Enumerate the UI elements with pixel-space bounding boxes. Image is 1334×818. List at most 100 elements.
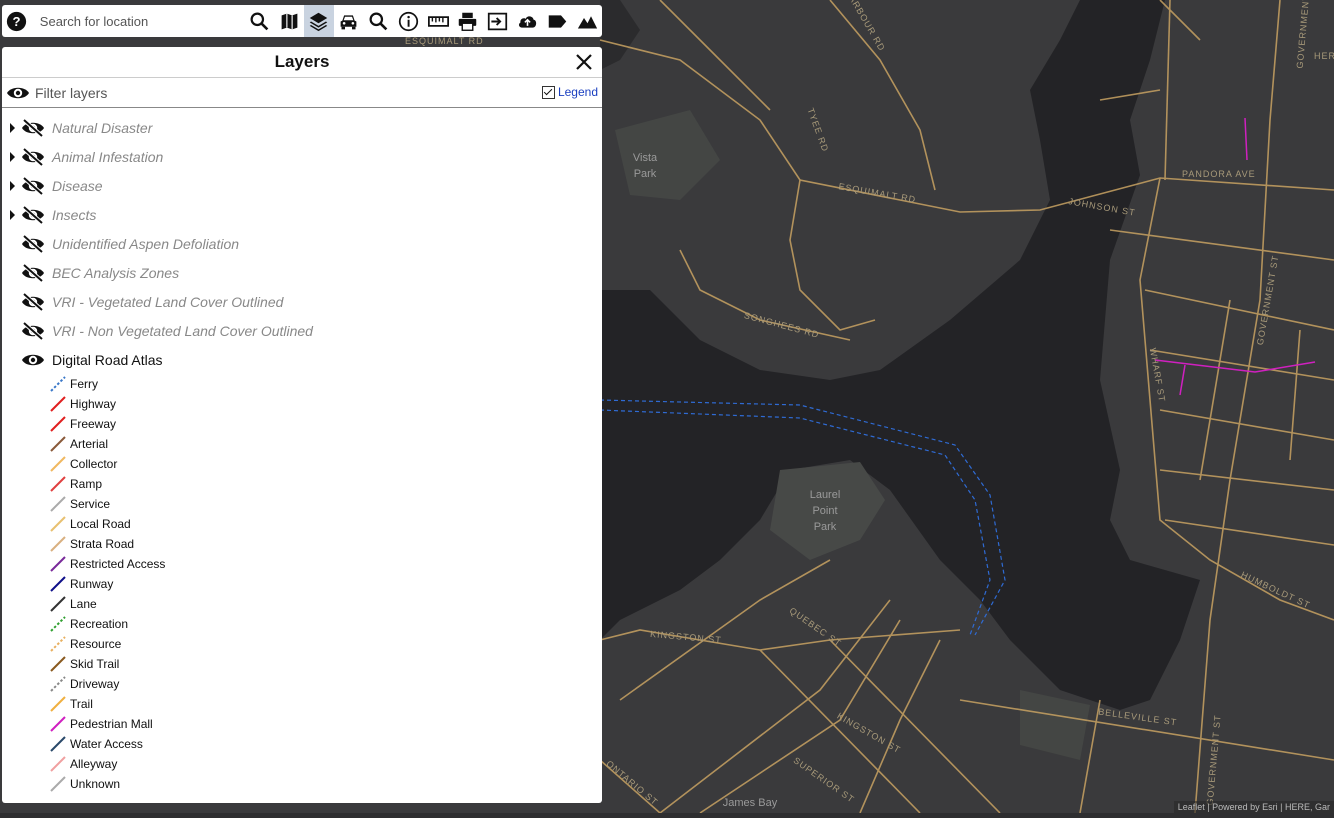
legend-item: Ramp xyxy=(50,474,602,494)
legend-swatch xyxy=(50,416,66,432)
layer-label: Unidentified Aspen Defoliation xyxy=(52,235,240,252)
layer-visibility-toggle[interactable] xyxy=(20,350,46,370)
print-button[interactable] xyxy=(453,5,483,37)
layer-visibility-toggle[interactable] xyxy=(20,234,46,254)
legend-item: Water Access xyxy=(50,734,602,754)
layer-label: Animal Infestation xyxy=(52,148,164,165)
legend-item: Recreation xyxy=(50,614,602,634)
legend-label: Local Road xyxy=(70,517,131,531)
layer-row[interactable]: BEC Analysis Zones xyxy=(2,258,602,287)
basemap-button[interactable] xyxy=(274,5,304,37)
identify-search-icon xyxy=(369,12,388,30)
layers-panel: Layers Legend Natural Disaster Animal Inf… xyxy=(2,47,602,803)
expand-button[interactable] xyxy=(6,200,18,229)
expand-button[interactable] xyxy=(6,171,18,200)
layer-row[interactable]: Animal Infestation xyxy=(2,142,602,171)
layer-row[interactable]: Insects xyxy=(2,200,602,229)
layer-visibility-toggle[interactable] xyxy=(20,292,46,312)
caret-right-icon xyxy=(9,209,15,220)
road-legend: Ferry Highway Freeway Arterial Collector Ramp… xyxy=(50,374,602,794)
street-label: HERALD xyxy=(1314,51,1334,61)
ruler-icon xyxy=(427,15,449,27)
print-icon xyxy=(459,12,477,31)
help-icon: ? xyxy=(7,11,27,31)
layer-row[interactable]: Disease xyxy=(2,171,602,200)
close-panel-button[interactable] xyxy=(572,50,596,74)
layer-row[interactable]: VRI - Non Vegetated Land Cover Outlined xyxy=(2,316,602,345)
layer-row[interactable]: Unidentified Aspen Defoliation xyxy=(2,229,602,258)
eye-off-icon xyxy=(22,292,44,311)
legend-swatch xyxy=(50,716,66,732)
filter-layers-input[interactable] xyxy=(33,79,477,106)
legend-item: Strata Road xyxy=(50,534,602,554)
eye-off-icon xyxy=(22,234,44,253)
place-label-laurel-point-park: Laurel Point Park xyxy=(809,489,841,533)
legend-item: Resource xyxy=(50,634,602,654)
legend-item: Freeway xyxy=(50,414,602,434)
layer-row[interactable]: VRI - Vegetated Land Cover Outlined xyxy=(2,287,602,316)
toggle-all-visibility[interactable] xyxy=(5,83,31,103)
terrain-button[interactable] xyxy=(572,5,602,37)
eye-icon xyxy=(22,354,44,365)
location-search-input[interactable] xyxy=(33,6,245,36)
measure-button[interactable] xyxy=(423,5,453,37)
help-button[interactable]: ? xyxy=(2,5,32,37)
layer-label: VRI - Non Vegetated Land Cover Outlined xyxy=(52,322,313,339)
eye-off-icon xyxy=(22,263,44,282)
legend-label: Freeway xyxy=(70,417,117,431)
layer-row[interactable]: Digital Road Atlas xyxy=(2,345,602,374)
upload-button[interactable] xyxy=(513,5,543,37)
legend-label: Service xyxy=(70,497,111,511)
layer-visibility-toggle[interactable] xyxy=(20,205,46,225)
identify-button[interactable] xyxy=(364,5,394,37)
legend-item: Driveway xyxy=(50,674,602,694)
legend-item: Arterial xyxy=(50,434,602,454)
layer-visibility-toggle[interactable] xyxy=(20,321,46,341)
eye-off-icon xyxy=(22,321,44,340)
legend-checkbox[interactable] xyxy=(541,85,555,99)
legend-label: Unknown xyxy=(70,777,121,791)
expand-button[interactable] xyxy=(6,113,18,142)
layer-list: Natural Disaster Animal Infestation Diseas… xyxy=(2,108,602,374)
legend-label: Resource xyxy=(70,637,122,651)
directions-button[interactable] xyxy=(334,5,364,37)
place-label-james-bay: James Bay xyxy=(722,797,778,809)
layer-row[interactable]: Natural Disaster xyxy=(2,113,602,142)
layer-label: VRI - Vegetated Land Cover Outlined xyxy=(52,293,284,310)
legend-swatch xyxy=(50,376,66,392)
legend-label: Lane xyxy=(70,597,97,611)
search-button[interactable] xyxy=(244,5,274,37)
legend-item: Skid Trail xyxy=(50,654,602,674)
layer-visibility-toggle[interactable] xyxy=(20,263,46,283)
eye-off-icon xyxy=(22,205,44,224)
layer-visibility-toggle[interactable] xyxy=(20,176,46,196)
legend-swatch xyxy=(50,736,66,752)
svg-text:?: ? xyxy=(13,13,21,28)
legend-swatch xyxy=(50,516,66,532)
map-attribution[interactable]: Leaflet | Powered by Esri | HERE, Gar xyxy=(1173,801,1334,813)
expand-button[interactable] xyxy=(6,142,18,171)
legend-label: Ramp xyxy=(70,477,103,491)
legend-item: Restricted Access xyxy=(50,554,602,574)
layers-button[interactable] xyxy=(304,5,334,37)
info-icon xyxy=(398,11,418,31)
layer-visibility-toggle[interactable] xyxy=(20,118,46,138)
legend-swatch xyxy=(50,496,66,512)
layer-label: Insects xyxy=(52,206,97,223)
legend-label: Alleyway xyxy=(70,757,118,771)
map-icon xyxy=(281,13,297,29)
legend-label: Arterial xyxy=(70,437,109,451)
caret-right-icon xyxy=(9,180,15,191)
legend-item: Service xyxy=(50,494,602,514)
eye-off-icon xyxy=(22,176,44,195)
layer-visibility-toggle[interactable] xyxy=(20,147,46,167)
info-button[interactable] xyxy=(393,5,423,37)
legend-swatch xyxy=(50,636,66,652)
search-icon xyxy=(250,12,269,30)
label-button[interactable] xyxy=(542,5,572,37)
login-button[interactable] xyxy=(483,5,513,37)
legend-toggle[interactable]: Legend xyxy=(541,85,598,99)
layer-label: Disease xyxy=(52,177,103,194)
legend-label: Pedestrian Mall xyxy=(70,717,153,731)
legend-item: Highway xyxy=(50,394,602,414)
